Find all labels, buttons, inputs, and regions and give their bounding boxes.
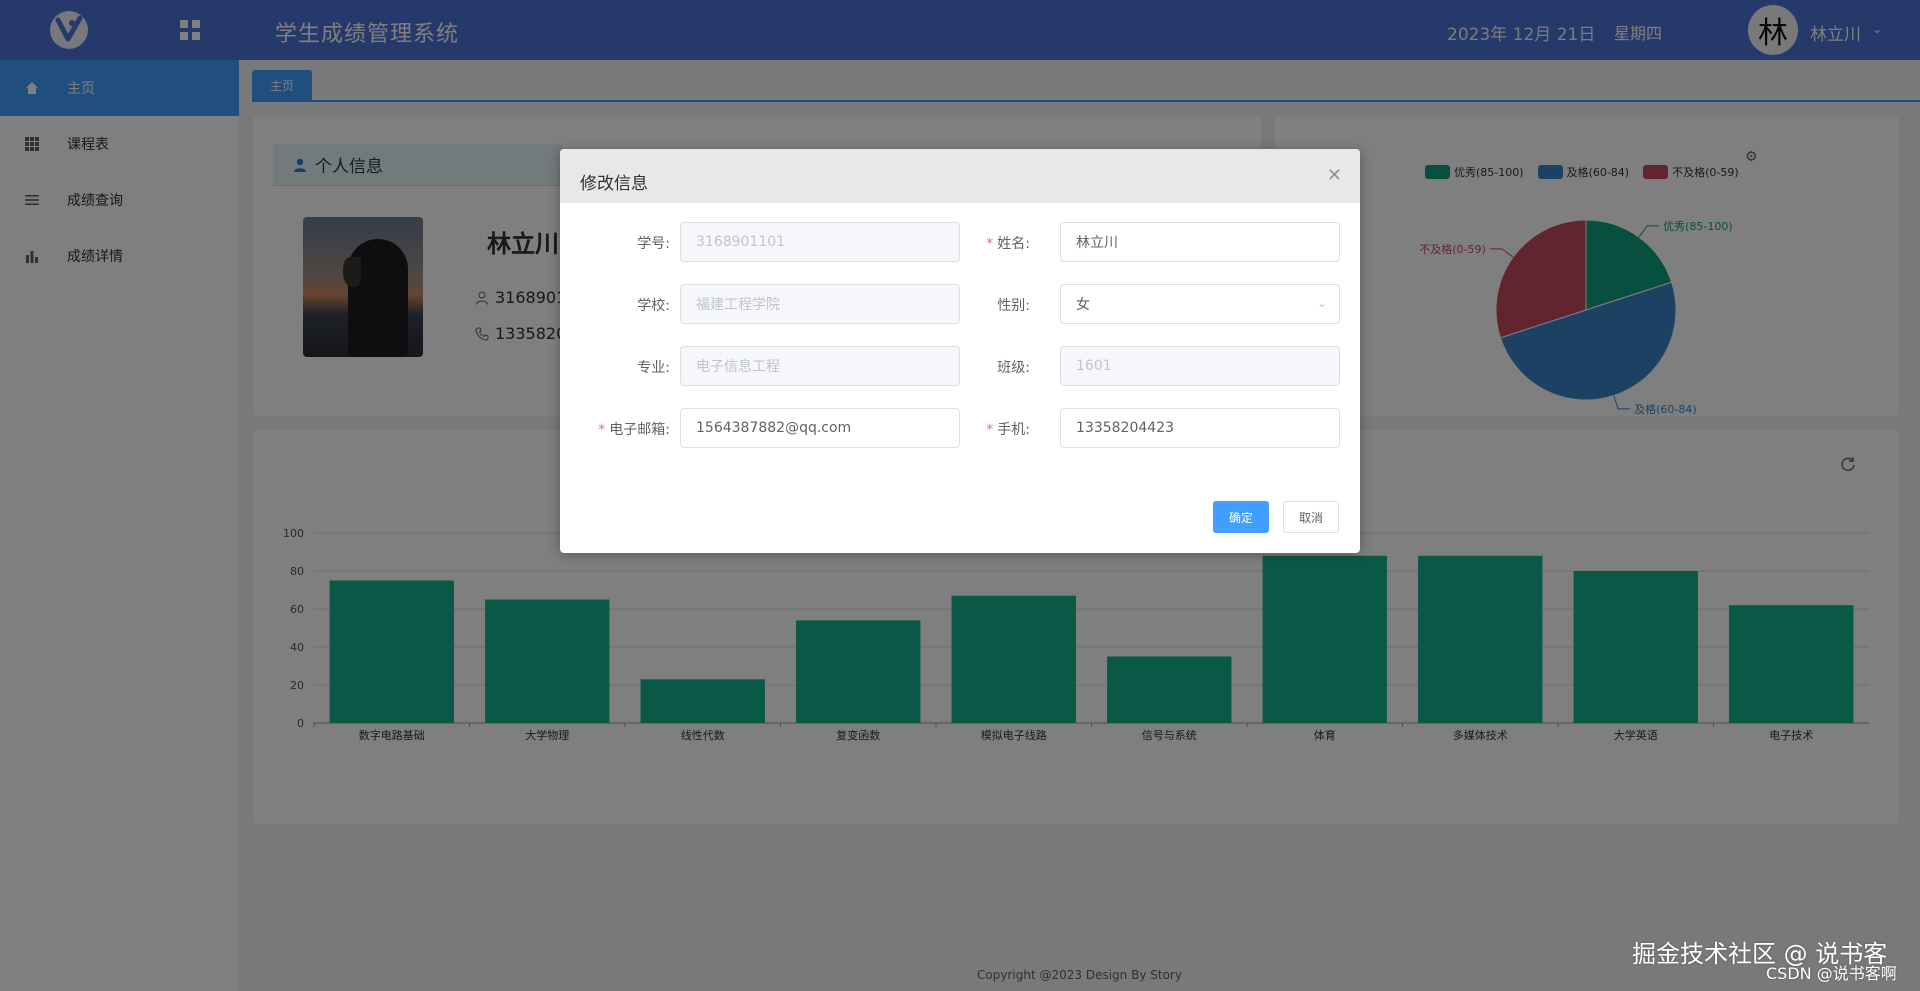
required-mark: *	[986, 236, 994, 252]
label-text: 学号:	[637, 236, 670, 252]
name-field[interactable]: 林立川	[1060, 222, 1340, 262]
gender-value: 女	[1076, 297, 1090, 313]
phone-label: * 手机:	[830, 419, 1030, 439]
dialog-title: 修改信息	[580, 174, 648, 194]
class-label: 班级:	[830, 357, 1030, 377]
school-label: 学校:	[560, 295, 670, 315]
required-mark: *	[598, 422, 606, 438]
label-text: 手机:	[997, 422, 1030, 438]
edit-info-dialog: 修改信息 ✕ 学号: 3168901101 * 姓名: 林立川 学校: 福建工程学…	[560, 149, 1360, 553]
class-field[interactable]: 1601	[1060, 346, 1340, 386]
required-mark: *	[986, 422, 994, 438]
chevron-down-icon: ⌄	[1316, 296, 1327, 310]
label-text: 专业:	[637, 360, 670, 376]
gender-label: 性别:	[830, 295, 1030, 315]
major-label: 专业:	[560, 357, 670, 377]
watermark-csdn: CSDN @说书客啊	[1766, 964, 1897, 983]
phone-field[interactable]: 13358204423	[1060, 408, 1340, 448]
close-icon[interactable]: ✕	[1327, 165, 1342, 186]
label-text: 性别:	[997, 298, 1030, 314]
email-label: * 电子邮箱:	[560, 419, 670, 439]
label-text: 姓名:	[997, 236, 1030, 252]
cancel-button[interactable]: 取消	[1283, 501, 1339, 533]
dialog-header: 修改信息 ✕	[560, 149, 1360, 203]
label-text: 学校:	[637, 298, 670, 314]
name-label: * 姓名:	[830, 233, 1030, 253]
student-id-label: 学号:	[560, 233, 670, 253]
label-text: 电子邮箱:	[609, 422, 670, 438]
confirm-button[interactable]: 确定	[1213, 501, 1269, 533]
label-text: 班级:	[997, 360, 1030, 376]
gender-select[interactable]: 女 ⌄	[1060, 284, 1340, 324]
